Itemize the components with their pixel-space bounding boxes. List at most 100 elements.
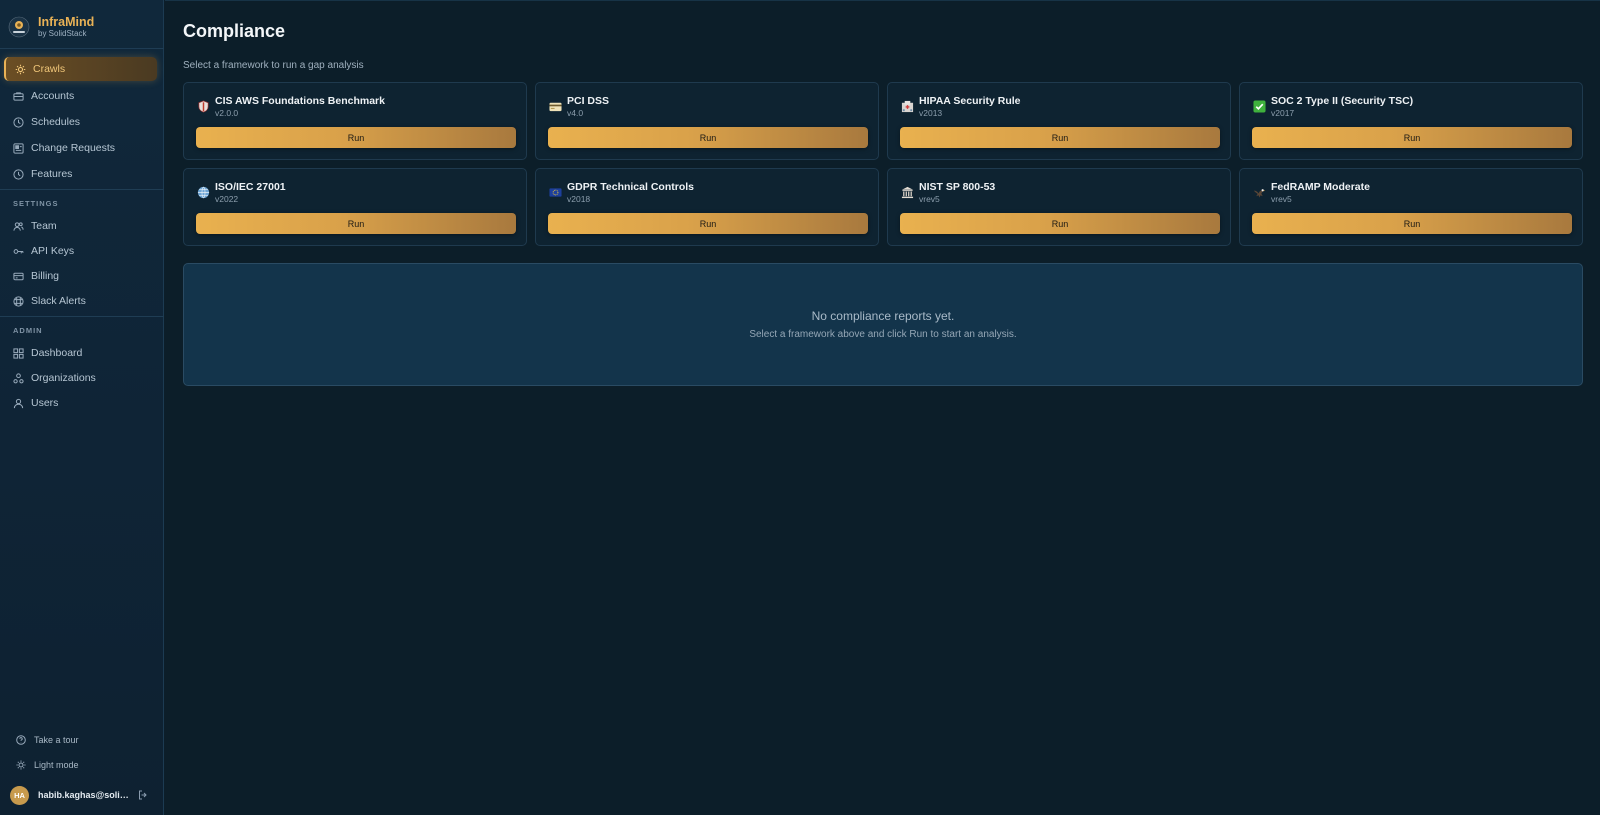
framework-card-fedramp: FedRAMP Moderate vrev5 Run (1239, 168, 1583, 246)
main-content: Compliance Select a framework to run a g… (165, 0, 1600, 815)
framework-name: SOC 2 Type II (Security TSC) (1271, 95, 1414, 107)
hospital-icon (900, 99, 914, 113)
run-button[interactable]: Run (1252, 127, 1572, 148)
user-email: habib.kaghas@solid... (38, 790, 130, 800)
sidebar-item-slack-alerts[interactable]: Slack Alerts (4, 289, 157, 313)
shield-icon (196, 99, 210, 113)
sidebar-item-label: Billing (31, 270, 60, 282)
sidebar-item-label: Slack Alerts (31, 295, 86, 307)
light-mode-toggle[interactable]: Light mode (16, 757, 79, 773)
sidebar-item-features[interactable]: Features (4, 162, 157, 186)
framework-name: ISO/IEC 27001 (215, 181, 286, 193)
framework-name: NIST SP 800-53 (919, 181, 996, 193)
framework-card-soc2: SOC 2 Type II (Security TSC) v2017 Run (1239, 82, 1583, 160)
framework-name: FedRAMP Moderate (1271, 181, 1370, 193)
empty-state-title: No compliance reports yet. (811, 309, 955, 323)
eu-flag-icon (548, 185, 562, 199)
globe-icon (196, 185, 210, 199)
sidebar: InfraMind by SolidStack Crawls Accounts … (0, 0, 164, 815)
run-button[interactable]: Run (548, 213, 868, 234)
sidebar-item-label: Features (31, 168, 73, 180)
sidebar-item-schedules[interactable]: Schedules (4, 110, 157, 134)
framework-version: v2013 (919, 108, 943, 118)
run-button[interactable]: Run (900, 213, 1220, 234)
framework-version: vrev5 (1271, 194, 1292, 204)
framework-version: vrev5 (919, 194, 940, 204)
sidebar-divider (0, 316, 164, 317)
sidebar-item-label: Change Requests (31, 142, 116, 154)
run-button[interactable]: Run (900, 127, 1220, 148)
sidebar-item-crawls[interactable]: Crawls (4, 57, 157, 81)
sidebar-item-label: Users (31, 397, 59, 409)
framework-card-hipaa: HIPAA Security Rule v2013 Run (887, 82, 1231, 160)
accounts-icon (12, 90, 24, 102)
sidebar-item-label: Schedules (31, 116, 81, 128)
sidebar-item-label: API Keys (31, 245, 75, 257)
light-mode-label: Light mode (34, 760, 79, 770)
brand-name: InfraMind (38, 15, 95, 29)
framework-name: GDPR Technical Controls (567, 181, 694, 193)
run-button[interactable]: Run (196, 213, 516, 234)
sidebar-item-label: Organizations (31, 372, 96, 384)
admin-heading: ADMIN (13, 326, 43, 335)
run-button[interactable]: Run (196, 127, 516, 148)
crawl-icon (14, 63, 26, 75)
framework-version: v2022 (215, 194, 239, 204)
run-button[interactable]: Run (548, 127, 868, 148)
logout-icon[interactable] (138, 790, 148, 800)
sidebar-item-users[interactable]: Users (4, 391, 157, 415)
framework-card-nist: NIST SP 800-53 vrev5 Run (887, 168, 1231, 246)
framework-name: HIPAA Security Rule (919, 95, 1021, 107)
sidebar-item-organizations[interactable]: Organizations (4, 366, 157, 390)
user-icon (12, 397, 24, 409)
sidebar-item-accounts[interactable]: Accounts (4, 84, 157, 108)
take-a-tour-label: Take a tour (34, 735, 79, 745)
framework-name: PCI DSS (567, 95, 610, 107)
features-icon (12, 168, 24, 180)
avatar[interactable]: HA (10, 785, 29, 805)
dashboard-icon (12, 347, 24, 359)
credit-card-icon (548, 99, 562, 113)
settings-heading: SETTINGS (13, 199, 59, 208)
brand-subtitle: by SolidStack (38, 29, 87, 38)
help-circle-icon (16, 734, 27, 746)
key-icon (12, 245, 24, 257)
change-requests-icon (12, 142, 24, 154)
sidebar-item-change-requests[interactable]: Change Requests (4, 136, 157, 160)
user-profile[interactable]: HA habib.kaghas@solid... (10, 785, 152, 805)
sun-icon (16, 760, 27, 771)
sidebar-divider (0, 189, 164, 190)
inframind-logo-icon (8, 16, 30, 38)
organizations-icon (12, 372, 24, 384)
slack-icon (12, 295, 24, 307)
framework-card-gdpr: GDPR Technical Controls v2018 Run (535, 168, 879, 246)
sidebar-divider (0, 48, 164, 49)
take-a-tour-link[interactable]: Take a tour (16, 732, 79, 748)
empty-state-description: Select a framework above and click Run t… (749, 329, 1017, 340)
framework-card-pci-dss: PCI DSS v4.0 Run (535, 82, 879, 160)
eagle-icon (1252, 185, 1266, 199)
sidebar-item-team[interactable]: Team (4, 214, 157, 238)
sidebar-item-label: Accounts (31, 90, 75, 102)
page-subtitle: Select a framework to run a gap analysis (183, 60, 364, 71)
sidebar-item-api-keys[interactable]: API Keys (4, 239, 157, 263)
classical-building-icon (900, 185, 914, 199)
framework-name: CIS AWS Foundations Benchmark (215, 95, 385, 107)
page-title: Compliance (183, 21, 286, 41)
sidebar-item-billing[interactable]: Billing (4, 264, 157, 288)
clock-icon (12, 116, 24, 128)
brand[interactable]: InfraMind by SolidStack (8, 12, 94, 42)
framework-version: v2.0.0 (215, 108, 239, 118)
sidebar-item-label: Team (31, 220, 57, 232)
framework-version: v4.0 (567, 108, 584, 118)
sidebar-item-dashboard[interactable]: Dashboard (4, 341, 157, 365)
framework-version: v2018 (567, 194, 591, 204)
check-mark-icon (1252, 99, 1266, 113)
framework-version: v2017 (1271, 108, 1295, 118)
team-icon (12, 220, 24, 232)
run-button[interactable]: Run (1252, 213, 1572, 234)
sidebar-item-label: Crawls (33, 63, 66, 75)
billing-icon (12, 270, 24, 282)
framework-card-cis-aws: CIS AWS Foundations Benchmark v2.0.0 Run (183, 82, 527, 160)
framework-card-iso-27001: ISO/IEC 27001 v2022 Run (183, 168, 527, 246)
